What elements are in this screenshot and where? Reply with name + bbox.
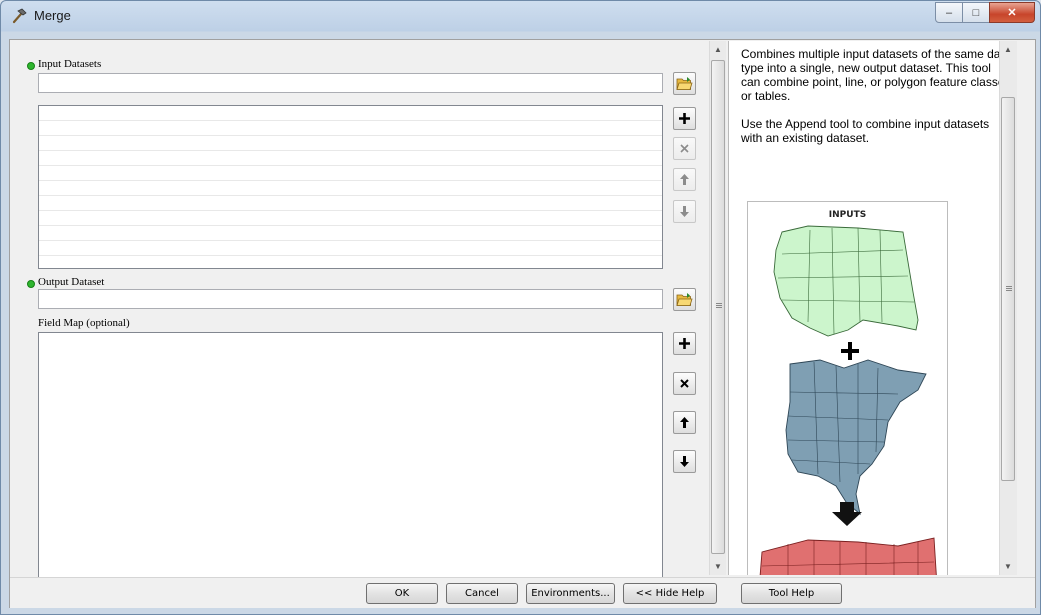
input-datasets-label: Input Datasets <box>38 58 102 70</box>
minimize-icon: – <box>945 6 953 19</box>
list-item[interactable] <box>39 241 662 256</box>
environments-button[interactable]: Environments... <box>526 583 615 604</box>
list-item[interactable] <box>39 136 662 151</box>
window-title: Merge <box>34 8 71 23</box>
tool-help-button[interactable]: Tool Help <box>741 583 842 604</box>
remove-input-button[interactable] <box>673 137 696 160</box>
help-scroll-down-arrow-icon[interactable]: ▼ <box>1000 558 1016 575</box>
input-datasets-field[interactable] <box>38 73 663 93</box>
help-paragraph: Use the Append tool to combine input dat… <box>741 117 990 145</box>
required-indicator-icon <box>27 280 35 288</box>
maximize-button[interactable]: □ <box>962 2 990 23</box>
us-maps-illustration <box>759 225 937 575</box>
scrollbar-thumb[interactable] <box>711 60 725 554</box>
merged-states-map <box>759 537 937 575</box>
parameters-pane: Input Datasets Output Dataset Field Map … <box>11 41 726 582</box>
scroll-up-arrow-icon[interactable]: ▲ <box>710 41 726 58</box>
field-map-label: Field Map (optional) <box>38 317 130 329</box>
add-field-button[interactable] <box>673 332 696 355</box>
ok-button[interactable]: OK <box>366 583 438 604</box>
arrow-down-icon <box>680 206 689 217</box>
help-scrollbar-thumb[interactable] <box>1001 97 1015 481</box>
minimize-button[interactable]: – <box>935 2 963 23</box>
move-down-field-button[interactable] <box>673 450 696 473</box>
list-item[interactable] <box>39 196 662 211</box>
output-dataset-label: Output Dataset <box>38 276 105 288</box>
field-map-tree[interactable] <box>38 332 663 582</box>
x-icon <box>680 144 689 153</box>
arrow-up-icon <box>680 174 689 185</box>
title-bar[interactable]: Merge – □ ✕ <box>1 1 1040 31</box>
list-item[interactable] <box>39 181 662 196</box>
delete-field-button[interactable] <box>673 372 696 395</box>
list-item[interactable] <box>39 106 662 121</box>
list-item[interactable] <box>39 211 662 226</box>
list-item[interactable] <box>39 121 662 136</box>
close-icon: ✕ <box>1007 7 1017 19</box>
x-icon <box>680 379 689 388</box>
plus-icon <box>679 113 690 124</box>
close-button[interactable]: ✕ <box>989 2 1035 23</box>
list-item[interactable] <box>39 151 662 166</box>
east-states-map <box>785 359 927 516</box>
folder-open-icon <box>676 293 693 306</box>
list-item[interactable] <box>39 226 662 241</box>
move-up-field-button[interactable] <box>673 411 696 434</box>
add-input-button[interactable] <box>673 107 696 130</box>
output-dataset-field[interactable] <box>38 289 663 309</box>
hammer-icon <box>12 8 27 24</box>
arrow-up-icon <box>680 417 689 428</box>
help-pane: Combines multiple input datasets of the … <box>728 41 1017 575</box>
button-bar: OK Cancel Environments... << Hide Help T… <box>10 577 1035 608</box>
folder-open-icon <box>676 77 693 90</box>
help-scroll-up-arrow-icon[interactable]: ▲ <box>1000 41 1016 58</box>
merge-illustration: INPUTS <box>747 201 948 575</box>
dialog-client-area: Input Datasets Output Dataset Field Map … <box>9 39 1036 608</box>
plus-icon <box>679 338 690 349</box>
parameters-scrollbar[interactable]: ▲ ▼ <box>709 41 726 575</box>
browse-output-button[interactable] <box>673 288 696 311</box>
list-item[interactable] <box>39 166 662 181</box>
maximize-icon: □ <box>972 6 980 19</box>
required-indicator-icon <box>27 62 35 70</box>
merge-tool-window: Merge – □ ✕ Input Datasets Output Datase… <box>0 0 1041 615</box>
west-states-map <box>773 225 919 337</box>
arrow-down-icon <box>680 456 689 467</box>
browse-input-button[interactable] <box>673 72 696 95</box>
move-down-input-button[interactable] <box>673 200 696 223</box>
scroll-down-arrow-icon[interactable]: ▼ <box>710 558 726 575</box>
help-paragraph: Combines multiple input datasets of the … <box>741 47 1011 103</box>
move-up-input-button[interactable] <box>673 168 696 191</box>
help-scrollbar[interactable]: ▲ ▼ <box>999 41 1017 575</box>
input-datasets-list[interactable] <box>38 105 663 269</box>
cancel-button[interactable]: Cancel <box>446 583 518 604</box>
hide-help-button[interactable]: << Hide Help <box>623 583 717 604</box>
